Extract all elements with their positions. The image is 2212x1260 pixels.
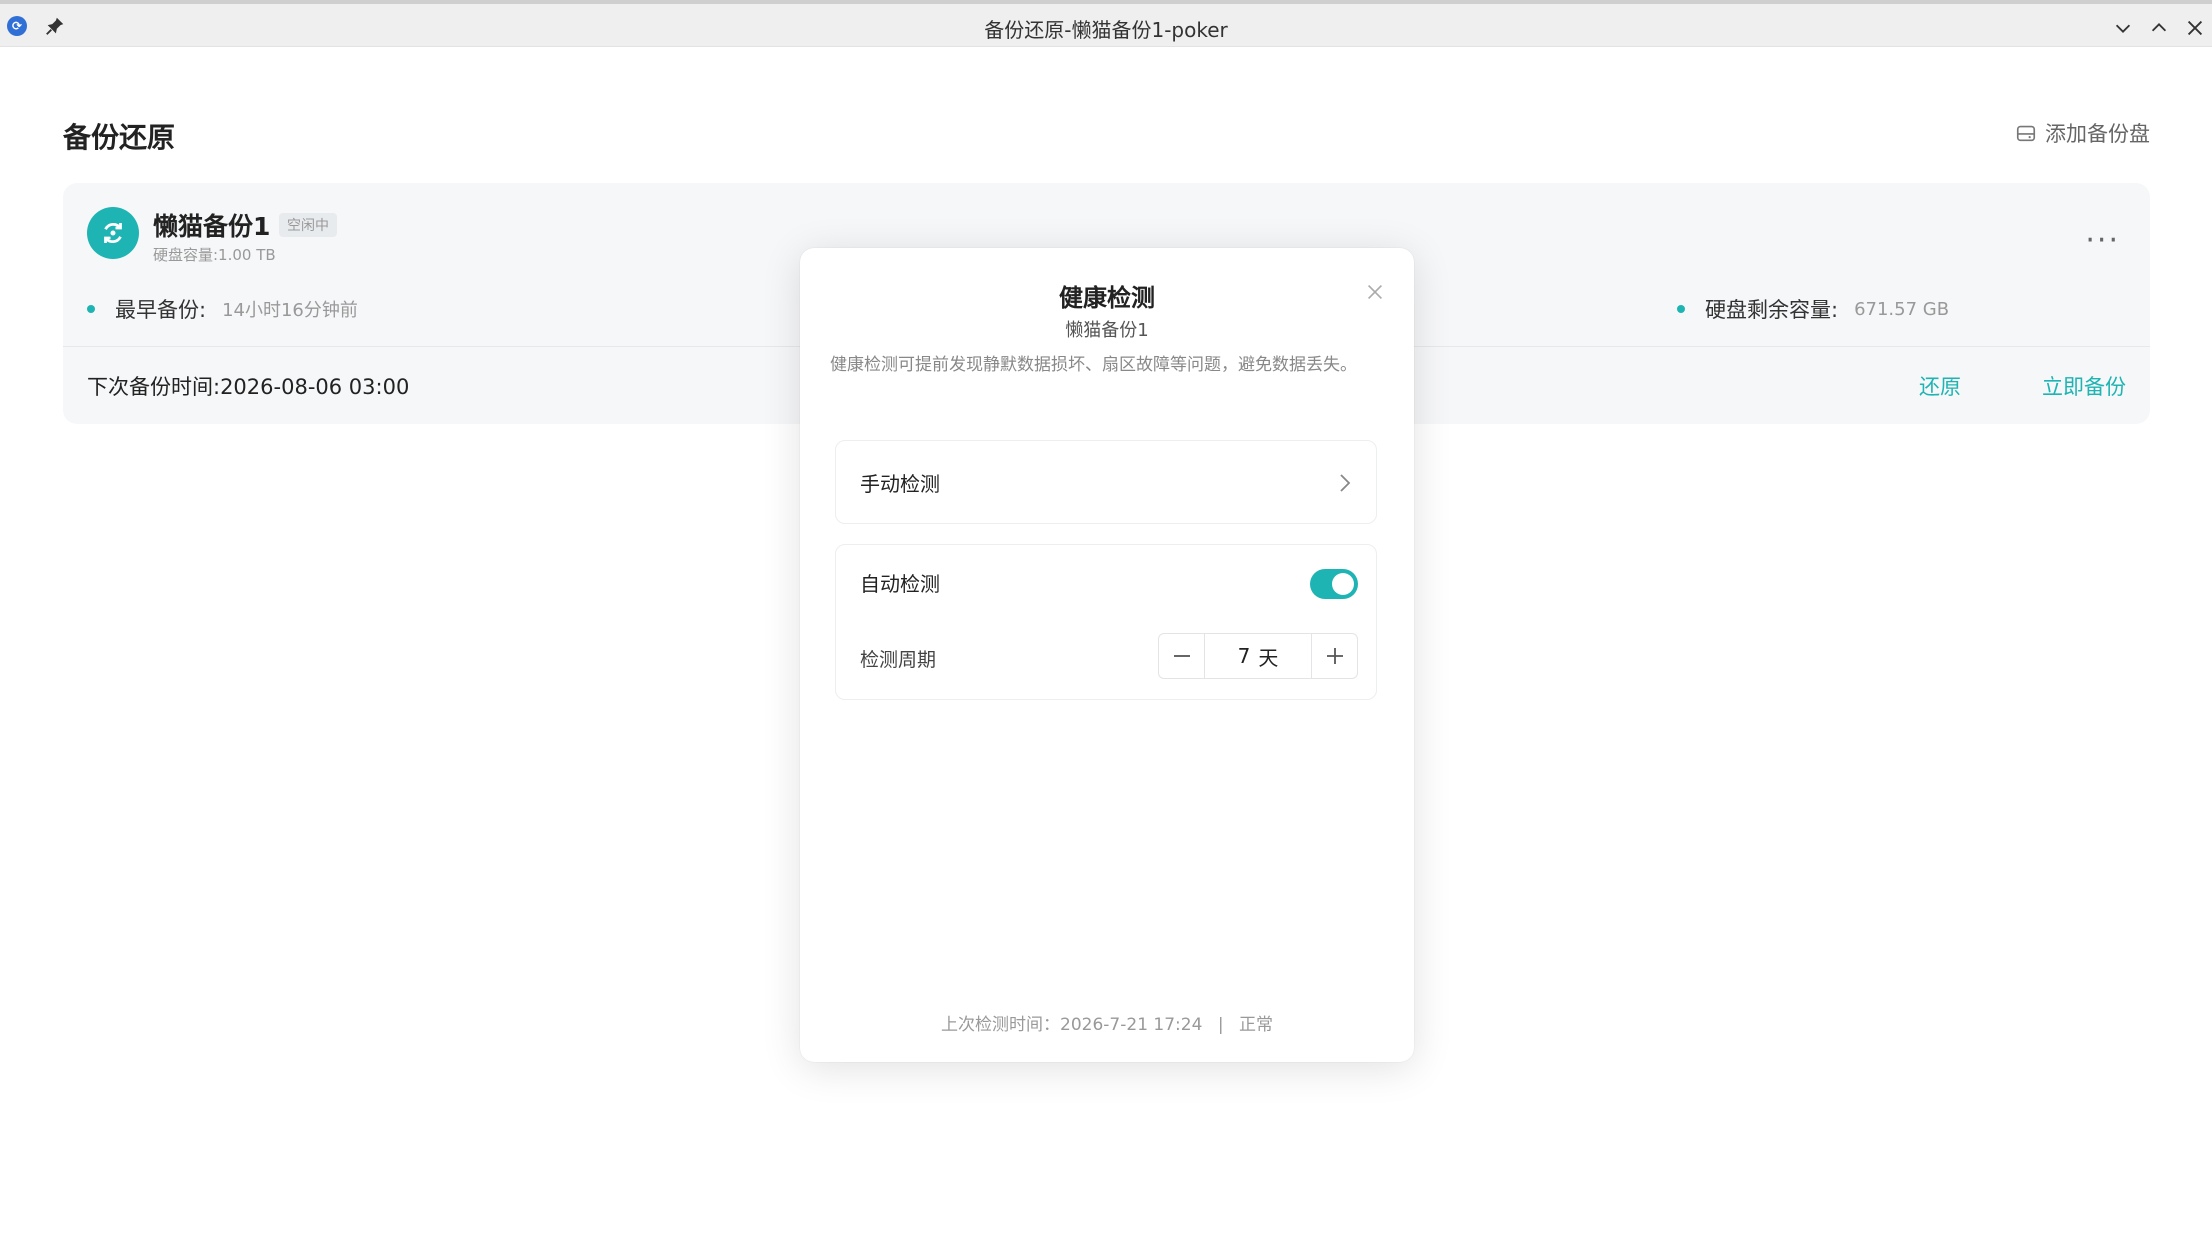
backup-sync-icon — [87, 207, 139, 259]
check-period-stepper: 7 天 — [1158, 633, 1358, 679]
earliest-backup-stat: 最早备份: 14小时16分钟前 — [87, 294, 358, 324]
plus-icon — [1326, 648, 1343, 664]
close-icon[interactable] — [1364, 281, 1386, 303]
auto-check-toggle[interactable] — [1310, 569, 1358, 599]
dialog-description: 健康检测可提前发现静默数据损坏、扇区故障等问题，避免数据丢失。 — [830, 355, 1357, 375]
health-check-dialog: 健康检测 懒猫备份1 健康检测可提前发现静默数据损坏、扇区故障等问题，避免数据丢… — [800, 248, 1414, 1062]
next-backup-time: 下次备份时间:2026-08-06 03:00 — [87, 375, 410, 399]
last-check-time: 上次检测时间：2026-7-21 17:24 — [941, 1015, 1203, 1035]
dialog-title: 健康检测 — [1059, 284, 1155, 312]
remaining-capacity-label: 硬盘剩余容量: — [1705, 298, 1839, 322]
chevron-right-icon — [1340, 474, 1351, 492]
bullet-dot — [1677, 305, 1685, 313]
disk-capacity: 硬盘容量:1.00 TB — [153, 246, 276, 264]
check-period-value[interactable]: 7 天 — [1205, 634, 1311, 678]
earliest-backup-value: 14小时16分钟前 — [222, 300, 358, 321]
window-titlebar: ⟳ 备份还原-懒猫备份1-poker — [0, 0, 2212, 47]
more-options-icon[interactable]: ··· — [2085, 226, 2120, 256]
backup-now-button[interactable]: 立即备份 — [2042, 371, 2126, 401]
backup-disk-name: 懒猫备份1 — [153, 212, 271, 241]
last-check-info: 上次检测时间：2026-7-21 17:24 | 正常 — [800, 1010, 1414, 1035]
close-window-icon[interactable] — [2184, 17, 2206, 39]
check-period-label: 检测周期 — [860, 649, 937, 671]
increment-button[interactable] — [1311, 634, 1357, 678]
toggle-knob — [1332, 573, 1354, 595]
last-check-status: 正常 — [1238, 1015, 1273, 1035]
minimize-icon[interactable] — [2112, 17, 2134, 39]
dialog-subtitle: 懒猫备份1 — [1065, 320, 1149, 341]
add-backup-disk-button[interactable]: 添加备份盘 — [2015, 118, 2150, 148]
auto-check-panel: 自动检测 检测周期 7 天 — [835, 544, 1377, 700]
auto-check-label: 自动检测 — [860, 572, 940, 596]
status-badge: 空闲中 — [279, 213, 337, 237]
earliest-backup-label: 最早备份: — [115, 298, 207, 322]
manual-check-item[interactable]: 手动检测 — [835, 440, 1377, 524]
restore-button[interactable]: 还原 — [1919, 371, 1961, 401]
maximize-icon[interactable] — [2148, 17, 2170, 39]
remaining-capacity-stat: 硬盘剩余容量: 671.57 GB — [1677, 294, 1949, 324]
manual-check-label: 手动检测 — [860, 472, 940, 496]
minus-icon — [1173, 655, 1190, 657]
bullet-dot — [87, 305, 95, 313]
period-number: 7 — [1237, 644, 1251, 668]
page-title: 备份还原 — [63, 121, 176, 154]
window-title: 备份还原-懒猫备份1-poker — [984, 18, 1228, 42]
separator: | — [1217, 1015, 1224, 1035]
add-backup-disk-label: 添加备份盘 — [2045, 122, 2150, 146]
decrement-button[interactable] — [1159, 634, 1205, 678]
disk-icon — [2016, 125, 2036, 142]
period-unit: 天 — [1258, 645, 1279, 670]
remaining-capacity-value: 671.57 GB — [1854, 298, 1950, 320]
